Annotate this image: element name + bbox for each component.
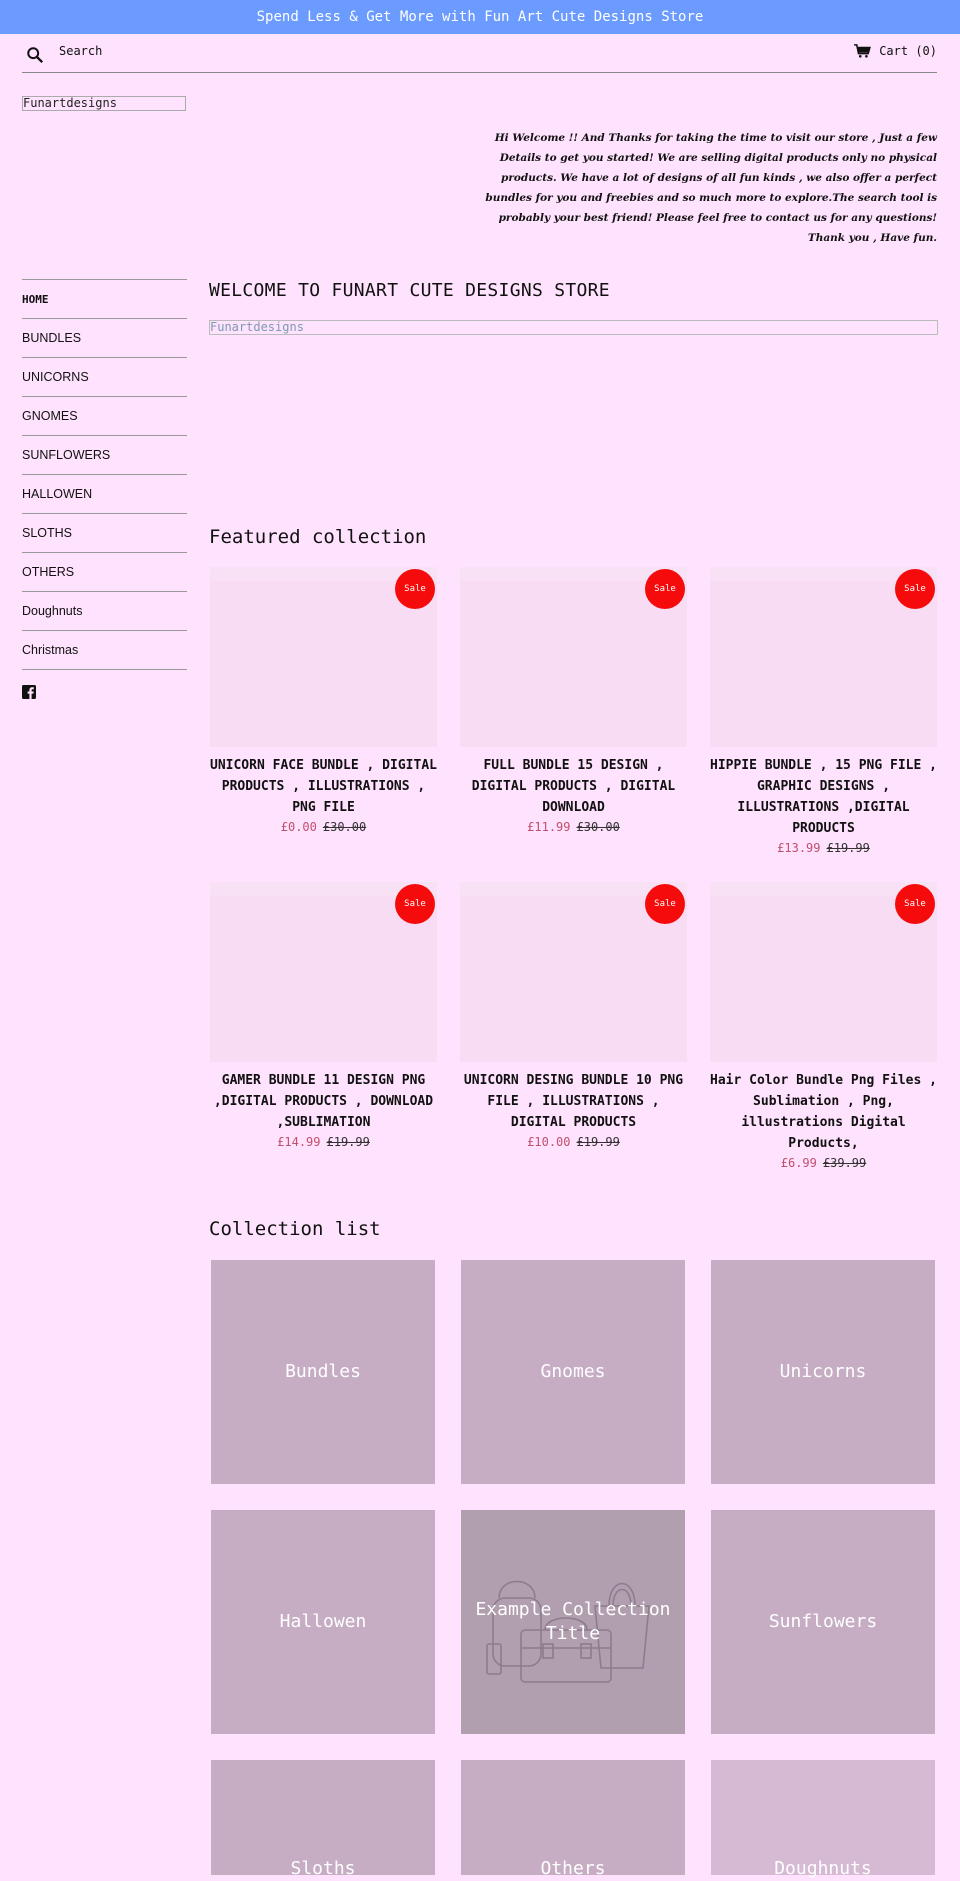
sidebar-item-bundles[interactable]: BUNDLES [22, 318, 187, 357]
sidebar-divider [22, 669, 187, 671]
sale-badge: Sale [645, 569, 685, 609]
sale-price: £14.99 [277, 1135, 321, 1149]
page-title: WELCOME TO FUNART CUTE DESIGNS STORE [209, 280, 610, 301]
sale-price: £10.00 [527, 1135, 571, 1149]
search-input[interactable]: Search [59, 44, 102, 58]
cart-label: Cart (0) [879, 44, 937, 58]
product-card[interactable]: Sale FULL BUNDLE 15 DESIGN , DIGITAL PRO… [460, 567, 687, 836]
product-title[interactable]: FULL BUNDLE 15 DESIGN , DIGITAL PRODUCTS… [460, 755, 687, 818]
collection-tile-bundles[interactable]: Bundles [211, 1260, 435, 1484]
product-image[interactable]: Sale [710, 567, 937, 747]
compare-price: £30.00 [576, 820, 620, 834]
product-image[interactable]: Sale [460, 882, 687, 1062]
product-price: £0.00 £30.00 [210, 818, 437, 836]
collection-tile-hallowen[interactable]: Hallowen [211, 1510, 435, 1734]
announcement-bar: Spend Less & Get More with Fun Art Cute … [0, 0, 960, 34]
collection-tile-others[interactable]: Others [461, 1760, 685, 1879]
collection-tile-sloths[interactable]: Sloths [211, 1760, 435, 1879]
header-bar: Search Cart (0) [22, 42, 937, 73]
sidebar-item-doughnuts[interactable]: Doughnuts [22, 591, 187, 630]
compare-price: £30.00 [322, 820, 367, 834]
featured-collection-title: Featured collection [209, 526, 427, 548]
compare-price: £19.99 [576, 1135, 620, 1149]
sidebar-item-sloths[interactable]: SLOTHS [22, 513, 187, 552]
compare-price: £19.99 [826, 841, 870, 855]
cart-link[interactable]: Cart (0) [853, 44, 937, 58]
welcome-message: Hi Welcome !! And Thanks for taking the … [485, 132, 937, 244]
product-card[interactable]: Sale HIPPIE BUNDLE , 15 PNG FILE , GRAPH… [710, 567, 937, 857]
product-card[interactable]: Sale Hair Color Bundle Png Files , Subli… [710, 882, 937, 1172]
search-icon[interactable] [26, 46, 44, 64]
collection-label: Others [540, 1858, 606, 1879]
collection-tile-example[interactable]: Example Collection Title [461, 1510, 685, 1734]
product-card[interactable]: Sale UNICORN FACE BUNDLE , DIGITAL PRODU… [210, 567, 437, 836]
sidebar-item-gnomes[interactable]: GNOMES [22, 396, 187, 435]
product-image[interactable]: Sale [210, 567, 437, 747]
product-image[interactable]: Sale [210, 882, 437, 1062]
collection-tile-unicorns[interactable]: Unicorns [711, 1260, 935, 1484]
collection-label: Sloths [290, 1858, 356, 1879]
product-price: £10.00 £19.99 [460, 1133, 687, 1151]
sale-price: £13.99 [777, 841, 821, 855]
collection-label: Gnomes [540, 1361, 606, 1382]
sale-badge: Sale [645, 884, 685, 924]
product-price: £6.99 £39.99 [710, 1154, 937, 1172]
collection-label: Sunflowers [768, 1611, 878, 1632]
collection-tile-doughnuts[interactable]: Doughnuts [711, 1760, 935, 1879]
product-card[interactable]: Sale GAMER BUNDLE 11 DESIGN PNG ,DIGITAL… [210, 882, 437, 1151]
product-price: £14.99 £19.99 [210, 1133, 437, 1151]
product-price: £11.99 £30.00 [460, 818, 687, 836]
sale-badge: Sale [895, 569, 935, 609]
sale-price: £0.00 [280, 820, 317, 834]
product-title[interactable]: UNICORN DESING BUNDLE 10 PNG FILE , ILLU… [460, 1070, 687, 1133]
compare-price: £39.99 [822, 1156, 867, 1170]
collection-list-title: Collection list [209, 1218, 381, 1240]
sidebar-item-home[interactable]: HOME [22, 279, 187, 318]
sale-price: £11.99 [527, 820, 571, 834]
sale-badge: Sale [895, 884, 935, 924]
collection-tile-gnomes[interactable]: Gnomes [461, 1260, 685, 1484]
sidebar-item-unicorns[interactable]: UNICORNS [22, 357, 187, 396]
product-title[interactable]: HIPPIE BUNDLE , 15 PNG FILE , GRAPHIC DE… [710, 755, 937, 839]
store-logo[interactable]: Funartdesigns [22, 96, 186, 111]
compare-price: £19.99 [326, 1135, 370, 1149]
cart-icon [854, 44, 872, 58]
sidebar-item-others[interactable]: OTHERS [22, 552, 187, 591]
page-logo-image: Funartdesigns [209, 320, 938, 335]
product-image[interactable]: Sale [460, 567, 687, 747]
product-title[interactable]: GAMER BUNDLE 11 DESIGN PNG ,DIGITAL PROD… [210, 1070, 437, 1133]
collection-tile-sunflowers[interactable]: Sunflowers [711, 1510, 935, 1734]
sidebar-item-sunflowers[interactable]: SUNFLOWERS [22, 435, 187, 474]
sale-badge: Sale [395, 884, 435, 924]
sidebar-item-hallowen[interactable]: HALLOWEN [22, 474, 187, 513]
collection-label: Bundles [285, 1361, 361, 1382]
collection-label: Hallowen [279, 1611, 367, 1632]
collection-label: Doughnuts [774, 1858, 872, 1879]
product-image[interactable]: Sale [710, 882, 937, 1062]
product-title[interactable]: UNICORN FACE BUNDLE , DIGITAL PRODUCTS ,… [210, 755, 437, 818]
facebook-icon[interactable] [22, 685, 36, 699]
sale-badge: Sale [395, 569, 435, 609]
sale-price: £6.99 [780, 1156, 817, 1170]
product-price: £13.99 £19.99 [710, 839, 937, 857]
collection-label: Example Collection Title [475, 1599, 671, 1644]
product-title[interactable]: Hair Color Bundle Png Files , Sublimatio… [710, 1070, 937, 1154]
collection-label: Unicorns [779, 1361, 867, 1382]
sidebar-item-christmas[interactable]: Christmas [22, 630, 187, 669]
sidebar-nav: HOME BUNDLES UNICORNS GNOMES SUNFLOWERS … [22, 279, 187, 671]
product-card[interactable]: Sale UNICORN DESING BUNDLE 10 PNG FILE ,… [460, 882, 687, 1151]
